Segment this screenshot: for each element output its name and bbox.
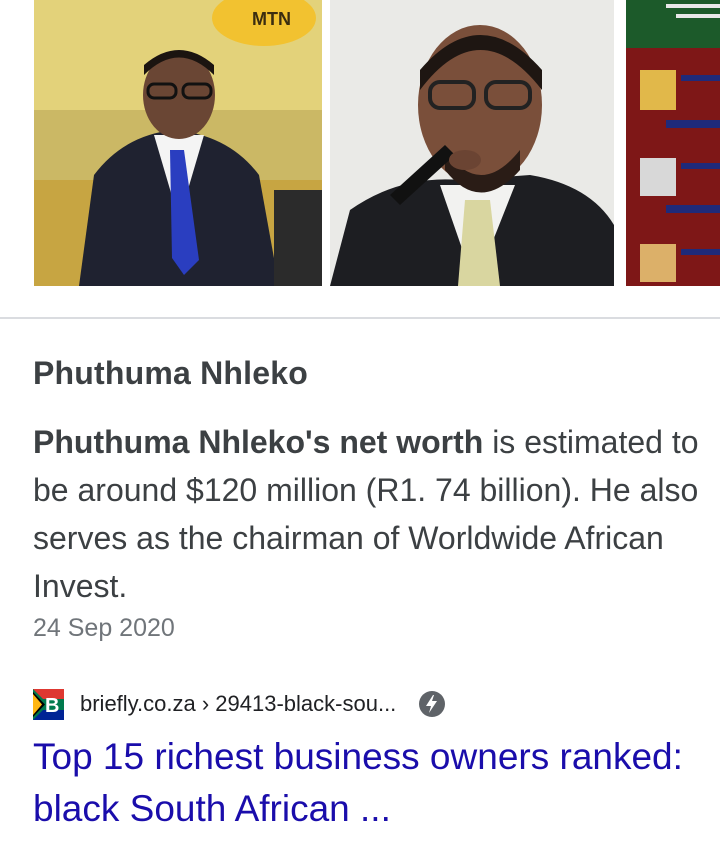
mtn-sign-text: MTN xyxy=(252,9,291,29)
result-snippet: Phuthuma Nhleko's net worth is estimated… xyxy=(33,418,703,610)
source-domain: briefly.co.za xyxy=(80,691,196,716)
source-path: › 29413-black-sou... xyxy=(195,691,397,716)
snippet-highlight: Phuthuma Nhleko's net worth xyxy=(33,424,484,460)
result-image-2[interactable] xyxy=(330,0,614,286)
section-divider xyxy=(0,317,720,319)
source-url[interactable]: briefly.co.za › 29413-black-sou... xyxy=(80,691,396,717)
result-title: Phuthuma Nhleko xyxy=(33,355,309,391)
result-image-3[interactable] xyxy=(626,0,720,286)
svg-text:B: B xyxy=(45,695,59,717)
briefly-favicon-icon: B xyxy=(33,688,64,720)
amp-lightning-icon xyxy=(418,690,446,718)
source-line[interactable]: B briefly.co.za › 29413-black-sou... xyxy=(33,687,446,721)
result-date: 24 Sep 2020 xyxy=(33,614,175,642)
result-link[interactable]: Top 15 richest business owners ranked: b… xyxy=(33,731,703,835)
image-carousel[interactable]: MTN xyxy=(0,0,720,286)
result-image-1[interactable]: MTN xyxy=(34,0,322,286)
